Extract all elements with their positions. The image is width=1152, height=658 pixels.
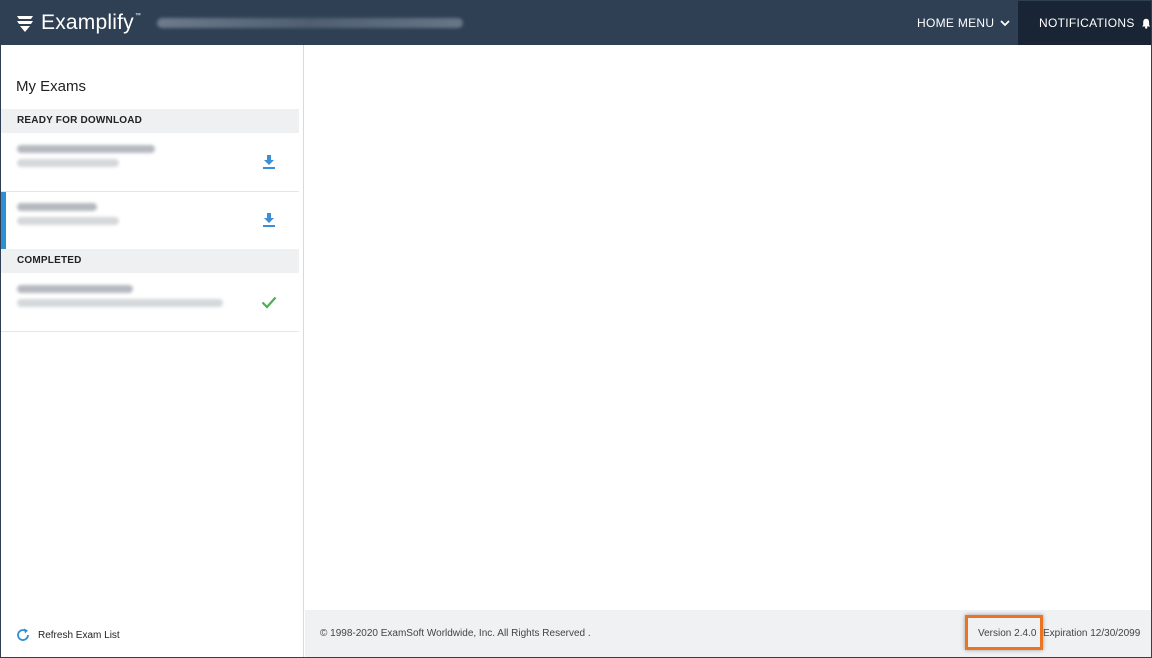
refresh-exam-list-label: Refresh Exam List <box>38 629 120 641</box>
examplify-window: Examplify ™ HOME MENU NOTIFICATIONS My E… <box>0 0 1152 658</box>
exam-list-item[interactable] <box>1 274 299 332</box>
home-menu-button[interactable]: HOME MENU <box>907 1 1017 45</box>
app-name: Examplify <box>41 11 134 34</box>
home-menu-label: HOME MENU <box>917 16 995 30</box>
top-header: Examplify ™ HOME MENU NOTIFICATIONS <box>1 1 1151 45</box>
expiration-text: Expiration 12/30/2099 <box>1043 628 1141 639</box>
logo: Examplify ™ <box>15 11 463 35</box>
redacted-exam-name <box>17 203 97 211</box>
chevron-down-icon <box>1000 20 1011 27</box>
refresh-exam-list-button[interactable]: Refresh Exam List <box>16 628 120 642</box>
redacted-exam-name <box>17 285 133 293</box>
notifications-label: NOTIFICATIONS <box>1039 16 1135 30</box>
exam-list-item[interactable] <box>1 134 299 192</box>
redacted-window-title <box>156 18 463 28</box>
bell-icon <box>1141 18 1150 29</box>
redacted-exam-status <box>17 159 119 167</box>
exam-sidebar: My Exams READY FOR DOWNLOAD COMPLETED Re… <box>1 45 304 657</box>
download-icon[interactable] <box>261 212 277 228</box>
copyright-text: © 1998-2020 ExamSoft Worldwide, Inc. All… <box>320 628 591 639</box>
section-header-ready-for-download: READY FOR DOWNLOAD <box>1 109 299 133</box>
sidebar-title: My Exams <box>16 78 87 95</box>
redacted-exam-status <box>17 299 223 307</box>
refresh-icon <box>17 628 29 641</box>
examplify-logo-icon <box>17 16 33 32</box>
footer-bar: © 1998-2020 ExamSoft Worldwide, Inc. All… <box>305 610 1151 657</box>
check-icon <box>261 296 277 309</box>
notifications-button[interactable]: NOTIFICATIONS <box>1018 1 1151 45</box>
trademark-symbol: ™ <box>134 13 141 19</box>
download-icon[interactable] <box>261 154 277 170</box>
section-header-completed: COMPLETED <box>1 249 299 273</box>
redacted-exam-name <box>17 145 155 153</box>
redacted-exam-status <box>17 217 119 225</box>
exam-list-item[interactable] <box>1 192 299 250</box>
version-text: Version 2.4.0 <box>978 628 1037 639</box>
